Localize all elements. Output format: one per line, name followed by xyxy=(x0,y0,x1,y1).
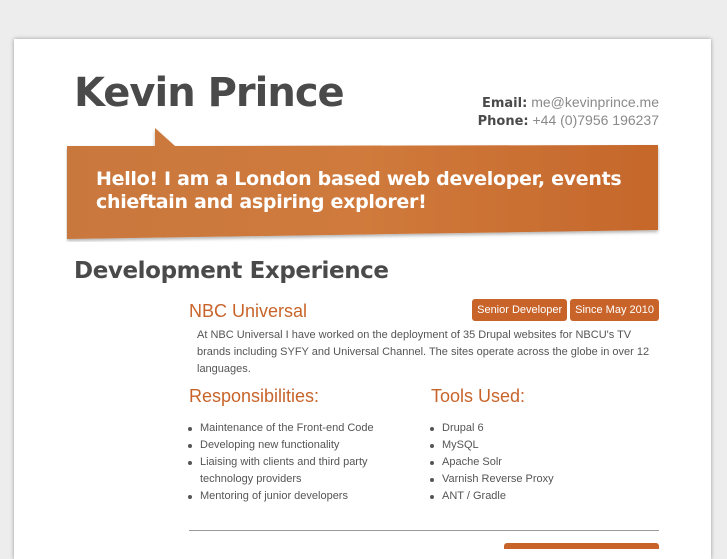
list-item: Liaising with clients and third party te… xyxy=(188,454,389,488)
job-company: NBC Universal xyxy=(189,301,308,321)
list-item: Varnish Reverse Proxy xyxy=(430,471,651,488)
email-label: Email: xyxy=(481,96,528,111)
list-item: Apache Solr xyxy=(430,454,651,471)
list-item: Mentoring of junior developers xyxy=(188,488,389,505)
section-divider xyxy=(189,530,659,531)
email-row: Email: me@kevinprince.me xyxy=(478,94,659,112)
email-link[interactable]: me@kevinprince.me xyxy=(531,94,659,110)
section-title: Development Experience xyxy=(74,258,389,284)
job-description: At NBC Universal I have worked on the de… xyxy=(197,329,650,375)
page-title: Kevin Prince xyxy=(74,70,345,116)
list-item: MySQL xyxy=(430,437,651,454)
tools-title: Tools Used: xyxy=(431,386,526,406)
phone-label: Phone: xyxy=(477,114,529,129)
role-badge: Senior Developer xyxy=(472,299,568,321)
responsibilities-list: Maintenance of the Front-end Code Develo… xyxy=(188,420,389,505)
list-item: Maintenance of the Front-end Code xyxy=(188,420,389,437)
date-badge: Since May 2010 xyxy=(570,299,659,321)
list-item: ANT / Gradle xyxy=(430,488,651,505)
intro-line-2: chieftain and aspiring explorer! xyxy=(96,191,427,213)
phone-value: +44 (0)7956 196237 xyxy=(532,112,660,128)
next-job-badge xyxy=(504,543,659,549)
contact-info: Email: me@kevinprince.me Phone: +44 (0)7… xyxy=(478,94,659,130)
intro-line-1: Hello! I am a London based web developer… xyxy=(96,168,622,190)
responsibilities-title: Responsibilities: xyxy=(189,386,320,406)
tools-list: Drupal 6 MySQL Apache Solr Varnish Rever… xyxy=(430,420,651,505)
intro-text: Hello! I am a London based web developer… xyxy=(96,168,636,214)
list-item: Drupal 6 xyxy=(430,420,651,437)
list-item: Developing new functionality xyxy=(188,437,389,454)
job-badges: Senior Developer Since May 2010 xyxy=(472,299,659,321)
